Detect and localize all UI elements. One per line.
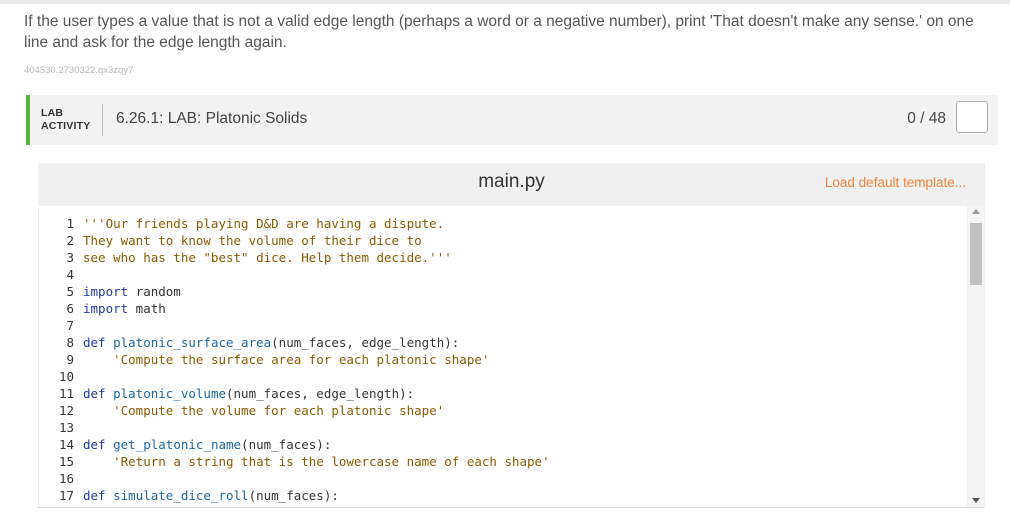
line-number: 5 (66, 284, 74, 299)
code-token: import (83, 301, 129, 316)
code-line[interactable]: 7 (39, 317, 967, 334)
code-text: def platonic_surface_area(num_faces, edg… (83, 335, 459, 350)
line-number: 11 (58, 386, 74, 401)
line-number: 3 (66, 250, 74, 265)
code-line[interactable]: 3 see who has the "best" dice. Help them … (39, 249, 967, 266)
code-token: (num_faces): (241, 437, 332, 452)
code-token: 'Return a string that is the lowercase n… (113, 454, 550, 469)
code-line[interactable]: 16 (39, 470, 967, 487)
code-token: 'Compute the surface area for each plato… (113, 352, 490, 367)
line-number: 7 (66, 318, 74, 333)
line-number: 4 (66, 267, 74, 282)
code-token: def (83, 437, 106, 452)
lab-activity-label: LAB ACTIVITY (41, 107, 90, 133)
code-text: import random (83, 284, 181, 299)
lab-label-line2: ACTIVITY (41, 120, 91, 132)
editor-bottom-edge (38, 507, 985, 508)
code-text: They want to know the volume of their di… (83, 233, 422, 248)
code-text: see who has the "best" dice. Help them d… (83, 250, 452, 265)
code-token: (num_faces, edge_length): (226, 386, 415, 401)
code-editor-panel: main.py Load default template... 1 '''Our… (38, 163, 985, 507)
line-number: 16 (58, 471, 74, 486)
code-line[interactable]: 10 (39, 368, 967, 385)
code-line[interactable]: 2 They want to know the volume of their d… (39, 232, 967, 249)
top-divider (0, 0, 1010, 4)
lab-label-line1: LAB (41, 107, 64, 119)
line-number: 17 (58, 488, 74, 503)
code-line[interactable]: 6 import math (39, 300, 967, 317)
code-line[interactable]: 15 'Return a string that is the lowercas… (39, 453, 967, 470)
scroll-thumb[interactable] (970, 223, 982, 285)
vertical-scrollbar[interactable] (967, 206, 985, 507)
code-line[interactable]: 17 def simulate_dice_roll(num_faces): (39, 487, 967, 504)
code-token: random (128, 284, 181, 299)
score-text: 0 / 48 (907, 110, 946, 127)
code-text: 'Compute the surface area for each plato… (83, 352, 489, 367)
code-token: simulate_dice_roll (113, 488, 249, 503)
code-token: math (128, 301, 166, 316)
scroll-down-arrow-icon[interactable] (972, 498, 980, 503)
line-number: 8 (66, 335, 74, 350)
line-number: 14 (58, 437, 74, 452)
code-line[interactable]: 11 def platonic_volume(num_faces, edge_le… (39, 385, 967, 402)
code-text: def platonic_volume(num_faces, edge_leng… (83, 386, 414, 401)
code-line[interactable]: 1 '''Our friends playing D&D are having a… (39, 215, 967, 232)
load-default-template-link[interactable]: Load default template... (825, 175, 966, 190)
code-area[interactable]: 1 '''Our friends playing D&D are having a… (39, 206, 985, 507)
code-line[interactable]: 4 (39, 266, 967, 283)
line-number: 9 (66, 352, 74, 367)
line-number: 2 (66, 233, 74, 248)
code-token: They want to know the volume of their di… (83, 233, 422, 248)
code-token: '''Our friends playing D&D are having a … (83, 216, 445, 231)
code-line[interactable]: 8 def platonic_surface_area(num_faces, ed… (39, 334, 967, 351)
line-number: 15 (58, 454, 74, 469)
line-number: 1 (66, 216, 74, 231)
code-token: platonic_surface_area (113, 335, 272, 350)
lab-title: 6.26.1: LAB: Platonic Solids (116, 110, 308, 127)
code-token: get_platonic_name (113, 437, 242, 452)
code-line[interactable]: 9 'Compute the surface area for each pla… (39, 351, 967, 368)
code-token: import (83, 284, 129, 299)
line-number: 6 (66, 301, 74, 316)
code-line[interactable]: 5 import random (39, 283, 967, 300)
code-text: '''Our friends playing D&D are having a … (83, 216, 444, 231)
line-number: 12 (58, 403, 74, 418)
code-text: 'Compute the volume for each platonic sh… (83, 403, 444, 418)
lab-activity-header: LAB ACTIVITY 6.26.1: LAB: Platonic Solid… (26, 95, 998, 145)
code-token: def (83, 488, 106, 503)
code-text: 'Return a string that is the lowercase n… (83, 454, 550, 469)
code-token: def (83, 386, 106, 401)
lab-divider (102, 104, 103, 136)
line-number: 10 (58, 369, 74, 384)
code-token: def (83, 335, 106, 350)
code-text: def get_platonic_name(num_faces): (83, 437, 331, 452)
completion-box-icon (956, 101, 988, 133)
code-token: see who has the "best" dice. Help them d… (83, 250, 452, 265)
code-line[interactable]: 14 def get_platonic_name(num_faces): (39, 436, 967, 453)
line-number: 13 (58, 420, 74, 435)
hash-id: 404530.2730322.qx3zqy7 (24, 65, 134, 76)
code-token: (num_faces): (248, 488, 339, 503)
code-line[interactable]: 12 'Compute the volume for each platonic… (39, 402, 967, 419)
code-token: platonic_volume (113, 386, 226, 401)
code-text: import math (83, 301, 166, 316)
code-token: 'Compute the volume for each platonic sh… (113, 403, 445, 418)
code-lines[interactable]: 1 '''Our friends playing D&D are having a… (39, 215, 967, 504)
scroll-up-arrow-icon[interactable] (972, 209, 980, 214)
code-line[interactable]: 13 (39, 419, 967, 436)
code-text: def simulate_dice_roll(num_faces): (83, 488, 339, 503)
code-token: (num_faces, edge_length): (271, 335, 460, 350)
instructions-text: If the user types a value that is not a … (24, 13, 974, 51)
